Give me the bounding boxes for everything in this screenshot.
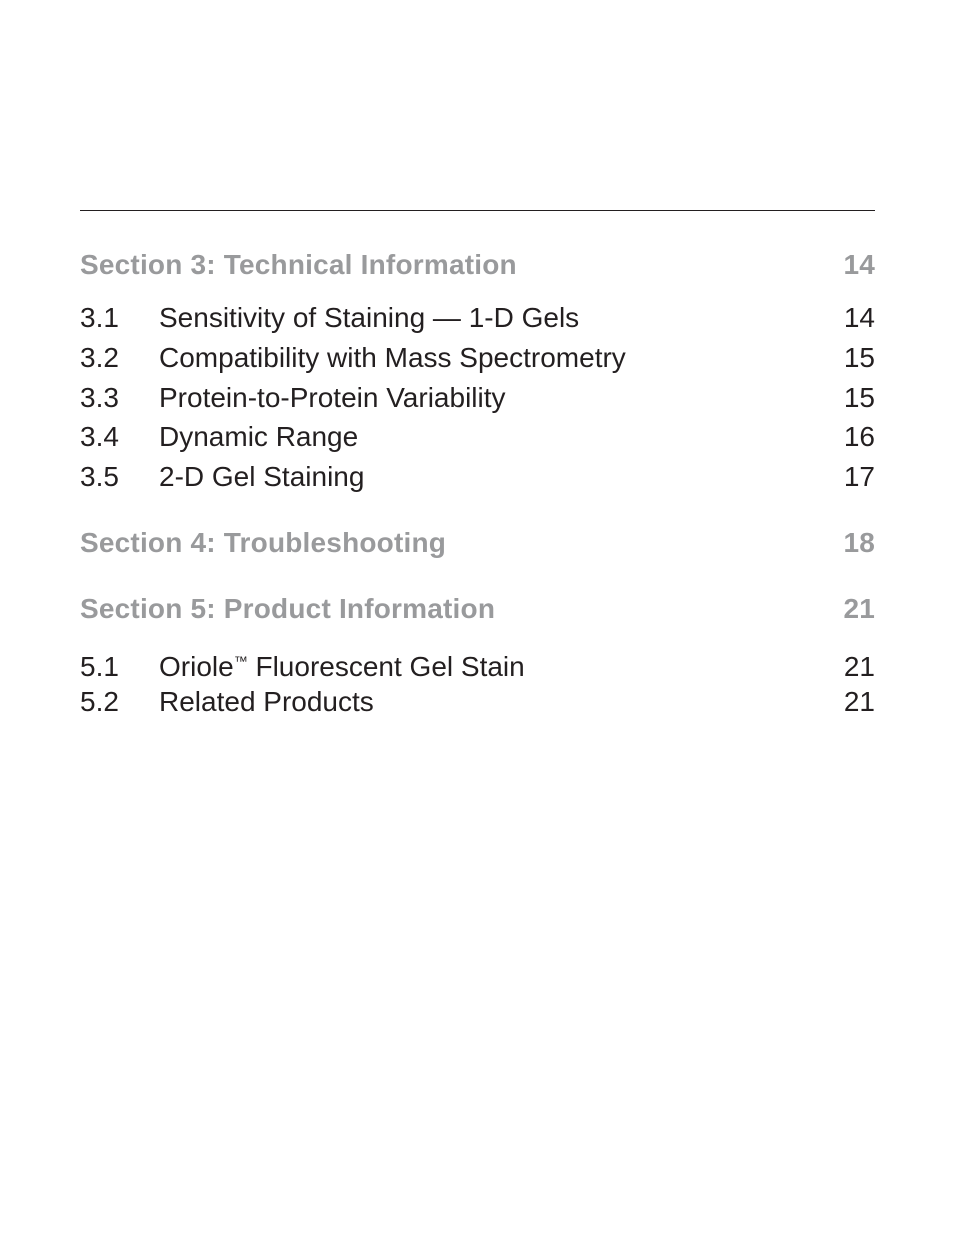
section-5-entries: 5.1 Oriole™ Fluorescent Gel Stain 21 5.2… xyxy=(80,642,875,722)
toc-entry[interactable]: 3.2 Compatibility with Mass Spectrometry… xyxy=(80,338,875,378)
horizontal-rule xyxy=(80,210,875,211)
entry-title-main: Oriole xyxy=(159,650,234,682)
entry-title: Related Products xyxy=(159,685,374,717)
toc-section-5[interactable]: Section 5: Product Information 21 xyxy=(80,590,875,628)
entry-number: 3.4 xyxy=(80,421,119,453)
entry-number: 3.2 xyxy=(80,341,119,373)
entry-page-number: 15 xyxy=(843,381,875,413)
section-title: Section 3: Technical Information xyxy=(80,249,517,280)
entry-page-number: 16 xyxy=(843,421,875,453)
entry-page-number: 15 xyxy=(843,341,875,373)
toc-section-3[interactable]: Section 3: Technical Information 14 xyxy=(80,246,875,284)
section-page-number: 14 xyxy=(843,249,875,280)
entry-number: 3.3 xyxy=(80,381,119,413)
toc-entry[interactable]: 5.1 Oriole™ Fluorescent Gel Stain 21 xyxy=(80,642,875,682)
entry-page-number: 21 xyxy=(843,685,875,717)
trademark-symbol: ™ xyxy=(233,652,248,669)
entry-title: Protein-to-Protein Variability xyxy=(159,381,506,413)
table-of-contents: Section 3: Technical Information 14 3.1 … xyxy=(80,246,875,722)
section-page-number: 18 xyxy=(843,526,875,558)
section-3-entries: 3.1 Sensitivity of Staining — 1-D Gels 1… xyxy=(80,298,875,497)
entry-title: Compatibility with Mass Spectrometry xyxy=(159,341,626,373)
toc-entry[interactable]: 3.4 Dynamic Range 16 xyxy=(80,417,875,457)
entry-title: 2-D Gel Staining xyxy=(159,461,365,493)
toc-entry[interactable]: 3.3 Protein-to-Protein Variability 15 xyxy=(80,378,875,418)
entry-title: Oriole™ Fluorescent Gel Stain xyxy=(159,642,844,687)
entry-page-number: 14 xyxy=(843,302,875,333)
entry-number: 3.1 xyxy=(80,302,119,333)
entry-number: 3.5 xyxy=(80,461,119,493)
section-title: Section 5: Product Information xyxy=(80,592,496,624)
entry-page-number: 17 xyxy=(843,461,875,493)
toc-entry[interactable]: 3.1 Sensitivity of Staining — 1-D Gels 1… xyxy=(80,298,875,338)
toc-entry[interactable]: 5.2 Related Products 21 xyxy=(80,682,875,722)
entry-title-rest: Fluorescent Gel Stain xyxy=(247,650,525,682)
entry-title: Dynamic Range xyxy=(159,421,359,453)
section-title: Section 4: Troubleshooting xyxy=(80,526,447,558)
toc-entry[interactable]: 3.5 2-D Gel Staining 17 xyxy=(80,457,875,497)
section-page-number: 21 xyxy=(843,592,875,624)
toc-section-4[interactable]: Section 4: Troubleshooting 18 xyxy=(80,524,875,562)
entry-number: 5.2 xyxy=(80,685,119,717)
entry-title: Sensitivity of Staining — 1-D Gels xyxy=(159,302,580,333)
